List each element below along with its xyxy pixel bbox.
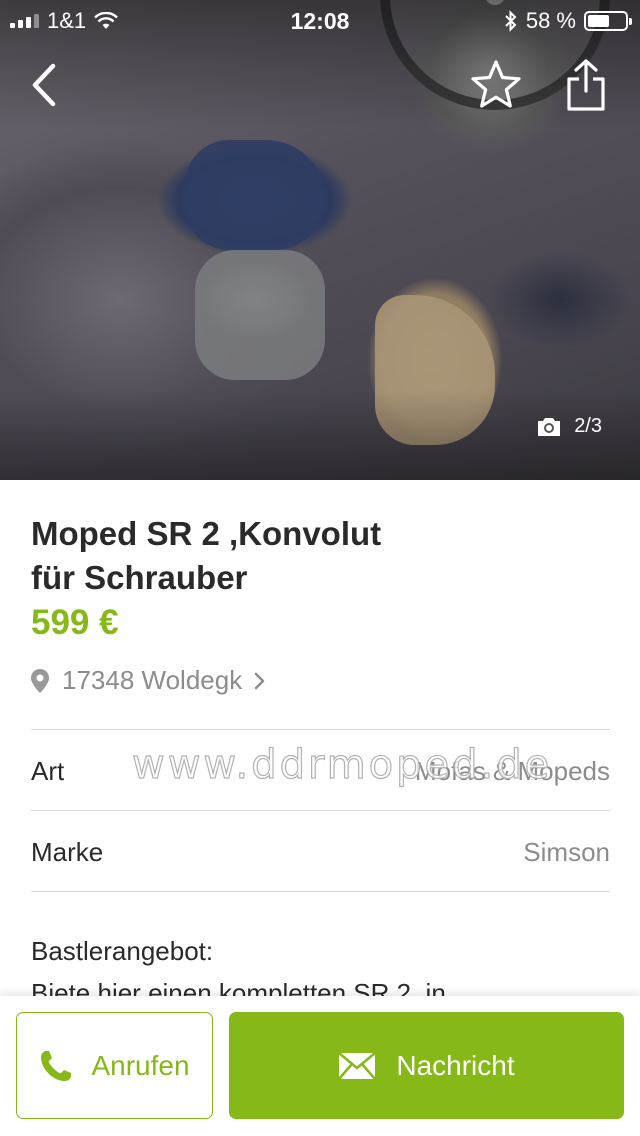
battery-icon — [584, 11, 632, 31]
photo-counter: 2/3 — [536, 415, 602, 438]
divider — [31, 891, 610, 892]
action-bar: Anrufen Nachricht — [0, 996, 640, 1136]
attribute-value: Mofas & Mopeds — [414, 755, 610, 786]
attribute-value: Simson — [523, 836, 610, 867]
photo-counter-text: 2/3 — [574, 415, 602, 437]
share-icon — [567, 59, 605, 111]
photo-tank — [185, 140, 325, 250]
location-text: 17348 Woldegk — [62, 665, 243, 695]
photo-engine — [195, 250, 325, 380]
attribute-row-marke: Marke Simson — [31, 812, 610, 892]
location-link[interactable]: 17348 Woldegk — [30, 665, 266, 696]
status-bar: 1&1 12:08 58 % — [0, 0, 640, 40]
battery-fill — [588, 15, 609, 27]
listing-title: Moped SR 2 ,Konvolut für Schrauber — [31, 515, 382, 596]
favorite-button[interactable] — [466, 55, 526, 115]
attribute-row-art: Art Mofas & Mopeds — [31, 731, 610, 811]
message-button[interactable]: Nachricht — [229, 1012, 624, 1119]
battery-percent: 58 % — [525, 8, 576, 33]
message-label: Nachricht — [396, 1049, 515, 1081]
divider — [31, 729, 610, 730]
share-button[interactable] — [556, 55, 616, 115]
back-button[interactable] — [14, 55, 74, 115]
listing-photo[interactable] — [0, 0, 640, 480]
call-label: Anrufen — [91, 1049, 190, 1081]
call-button[interactable]: Anrufen — [16, 1012, 213, 1119]
listing-price: 599 € — [31, 603, 119, 642]
chevron-left-icon — [32, 63, 56, 107]
bluetooth-icon — [505, 10, 517, 32]
attribute-label: Art — [31, 755, 65, 786]
camera-icon — [538, 417, 561, 436]
attribute-label: Marke — [31, 836, 104, 867]
description-line: Bastlerangebot: — [31, 936, 214, 966]
chevron-right-icon — [254, 672, 265, 689]
star-outline-icon — [471, 60, 521, 108]
envelope-icon — [338, 1051, 377, 1080]
status-right: 58 % — [504, 8, 632, 34]
phone-icon — [41, 1050, 72, 1081]
location-pin-icon — [31, 668, 49, 693]
divider — [31, 810, 610, 811]
